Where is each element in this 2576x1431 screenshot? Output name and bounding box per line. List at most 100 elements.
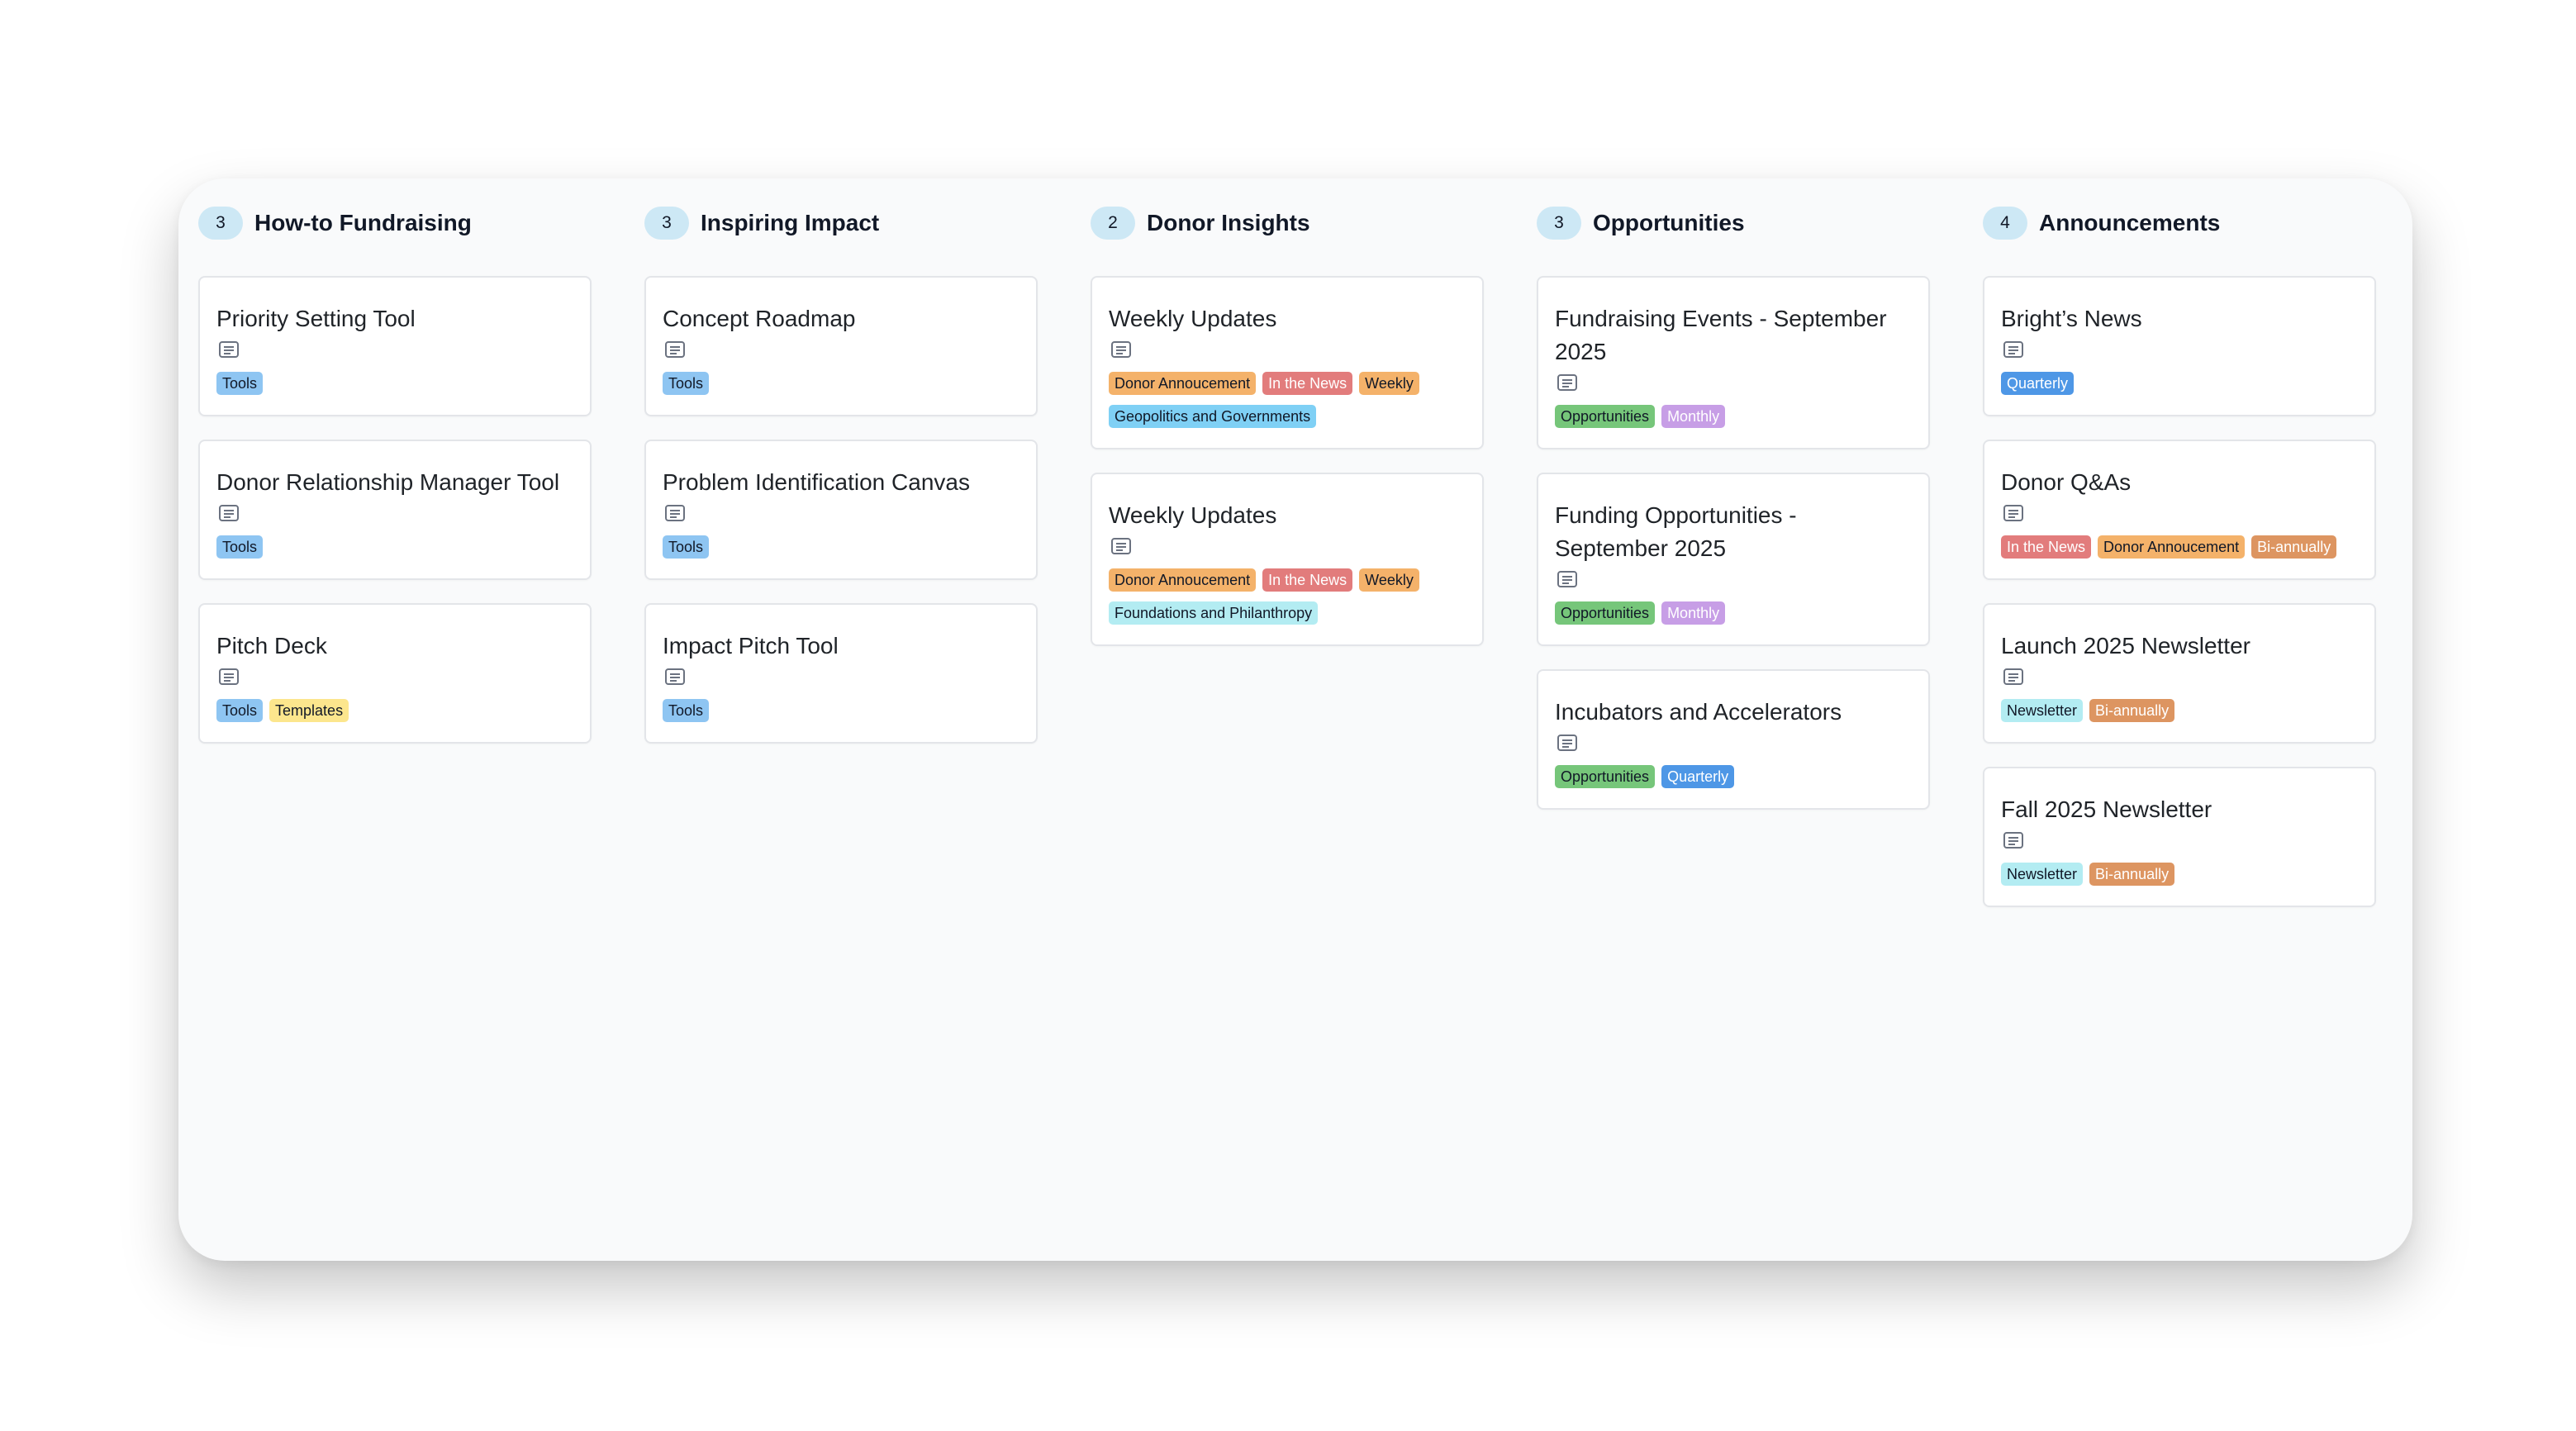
column-header[interactable]: 4 Announcements xyxy=(1963,205,2356,241)
note-icon xyxy=(1111,538,1131,554)
note-icon xyxy=(1111,341,1131,358)
card-title: Problem Identification Canvas xyxy=(663,469,970,495)
card-tag[interactable]: Newsletter xyxy=(2001,863,2084,886)
card-tag[interactable]: Tools xyxy=(216,372,264,395)
column-header[interactable]: 3 Inspiring Impact xyxy=(625,205,1018,241)
card-tag-list: Tools xyxy=(216,535,573,559)
card-title: Incubators and Accelerators xyxy=(1555,699,1842,725)
card-tag[interactable]: In the News xyxy=(1262,568,1353,592)
note-icon xyxy=(665,668,685,685)
card-tag-list: Donor Annoucement In the News Weekly Geopol… xyxy=(1109,372,1466,428)
card-tag[interactable]: Tools xyxy=(216,535,264,559)
board-card[interactable]: Fundraising Events - September 2025 Oppo… xyxy=(1537,276,1930,449)
card-tag-list: Tools xyxy=(663,699,1019,722)
board-card[interactable]: Bright’s News Quarterly xyxy=(1983,276,2376,416)
board-column-1: 3 Inspiring Impact Concept Roadmap Tools… xyxy=(625,205,1038,767)
card-tag[interactable]: Tools xyxy=(663,699,710,722)
card-title: Launch 2025 Newsletter xyxy=(2001,633,2250,658)
card-title: Bright’s News xyxy=(2001,306,2142,331)
card-tag-list: Newsletter Bi-annually xyxy=(2001,863,2358,886)
note-icon xyxy=(665,341,685,358)
column-header[interactable]: 3 How-to Fundraising xyxy=(178,205,572,241)
card-tag[interactable]: Quarterly xyxy=(1661,765,1735,788)
card-title: Funding Opportunities - September 2025 xyxy=(1555,502,1797,561)
column-header[interactable]: 2 Donor Insights xyxy=(1071,205,1464,241)
column-title: How-to Fundraising xyxy=(254,210,472,235)
board-card[interactable]: Weekly Updates Donor Annoucement In the N… xyxy=(1091,276,1484,449)
note-icon xyxy=(219,505,239,521)
column-card-list: Weekly Updates Donor Annoucement In the N… xyxy=(1071,276,1484,646)
column-header[interactable]: 3 Opportunities xyxy=(1517,205,1910,241)
card-tag[interactable]: Monthly xyxy=(1661,601,1726,625)
card-tag-list: Opportunities Monthly xyxy=(1555,601,1912,625)
note-icon xyxy=(1557,571,1577,587)
card-tag[interactable]: Foundations and Philanthropy xyxy=(1109,601,1319,625)
card-tag[interactable]: Opportunities xyxy=(1555,601,1656,625)
card-tag[interactable]: Donor Annoucement xyxy=(1109,568,1257,592)
column-count-badge: 2 xyxy=(1091,207,1135,240)
card-title: Donor Relationship Manager Tool xyxy=(216,469,560,495)
board-card[interactable]: Donor Q&As In the News Donor Annoucement B… xyxy=(1983,440,2376,580)
card-tag-list: Tools Templates xyxy=(216,699,573,722)
card-tag[interactable]: In the News xyxy=(2001,535,2092,559)
column-count-badge: 4 xyxy=(1983,207,2027,240)
card-tag[interactable]: Opportunities xyxy=(1555,405,1656,428)
card-tag[interactable]: Donor Annoucement xyxy=(1109,372,1257,395)
card-title: Fall 2025 Newsletter xyxy=(2001,796,2212,822)
card-title: Donor Q&As xyxy=(2001,469,2132,495)
card-tag[interactable]: Weekly xyxy=(1359,372,1419,395)
board-card[interactable]: Fall 2025 Newsletter Newsletter Bi-annual… xyxy=(1983,767,2376,907)
note-icon xyxy=(665,505,685,521)
card-tag[interactable]: Geopolitics and Governments xyxy=(1109,405,1317,428)
card-tag-list: Opportunities Quarterly xyxy=(1555,765,1912,788)
card-tag[interactable]: Templates xyxy=(269,699,349,722)
board-card[interactable]: Incubators and Accelerators Opportunitie… xyxy=(1537,669,1930,810)
card-title: Impact Pitch Tool xyxy=(663,633,839,658)
card-tag[interactable]: Weekly xyxy=(1359,568,1419,592)
card-title: Weekly Updates xyxy=(1109,502,1277,528)
board-card[interactable]: Launch 2025 Newsletter Newsletter Bi-annu… xyxy=(1983,603,2376,744)
card-tag-list: Tools xyxy=(216,372,573,395)
board-card[interactable]: Concept Roadmap Tools xyxy=(644,276,1038,416)
card-title: Fundraising Events - September 2025 xyxy=(1555,306,1887,364)
card-tag-list: In the News Donor Annoucement Bi-annually xyxy=(2001,535,2358,559)
card-tag[interactable]: In the News xyxy=(1262,372,1353,395)
board-column-0: 3 How-to Fundraising Priority Setting To… xyxy=(178,205,592,767)
note-icon xyxy=(219,341,239,358)
card-title: Priority Setting Tool xyxy=(216,306,416,331)
column-card-list: Priority Setting Tool Tools Donor Relati… xyxy=(178,276,592,744)
card-tag[interactable]: Bi-annually xyxy=(2089,863,2175,886)
column-count-badge: 3 xyxy=(644,207,689,240)
note-icon xyxy=(2003,832,2023,849)
board-card[interactable]: Donor Relationship Manager Tool Tools xyxy=(198,440,592,580)
card-tag[interactable]: Newsletter xyxy=(2001,699,2084,722)
board-column-4: 4 Announcements Bright’s News Quarterly … xyxy=(1963,205,2376,930)
card-tag[interactable]: Bi-annually xyxy=(2089,699,2175,722)
card-tag[interactable]: Monthly xyxy=(1661,405,1726,428)
column-title: Announcements xyxy=(2039,210,2221,235)
board-card[interactable]: Funding Opportunities - September 2025 O… xyxy=(1537,473,1930,646)
board-card[interactable]: Problem Identification Canvas Tools xyxy=(644,440,1038,580)
card-title: Concept Roadmap xyxy=(663,306,856,331)
column-card-list: Fundraising Events - September 2025 Oppo… xyxy=(1517,276,1930,810)
board-card[interactable]: Pitch Deck Tools Templates xyxy=(198,603,592,744)
note-icon xyxy=(219,668,239,685)
card-tag[interactable]: Tools xyxy=(216,699,264,722)
card-tag[interactable]: Tools xyxy=(663,372,710,395)
board-card[interactable]: Impact Pitch Tool Tools xyxy=(644,603,1038,744)
board-card[interactable]: Priority Setting Tool Tools xyxy=(198,276,592,416)
card-tag-list: Newsletter Bi-annually xyxy=(2001,699,2358,722)
card-tag-list: Tools xyxy=(663,372,1019,395)
card-tag[interactable]: Donor Annoucement xyxy=(2098,535,2246,559)
note-icon xyxy=(2003,341,2023,358)
card-tag[interactable]: Quarterly xyxy=(2001,372,2075,395)
card-tag[interactable]: Bi-annually xyxy=(2251,535,2337,559)
card-title: Pitch Deck xyxy=(216,633,327,658)
column-card-list: Concept Roadmap Tools Problem Identifica… xyxy=(625,276,1038,744)
card-tag[interactable]: Opportunities xyxy=(1555,765,1656,788)
column-title: Inspiring Impact xyxy=(701,210,880,235)
column-title: Opportunities xyxy=(1593,210,1745,235)
card-tag[interactable]: Tools xyxy=(663,535,710,559)
note-icon xyxy=(1557,735,1577,751)
board-card[interactable]: Weekly Updates Donor Annoucement In the N… xyxy=(1091,473,1484,646)
